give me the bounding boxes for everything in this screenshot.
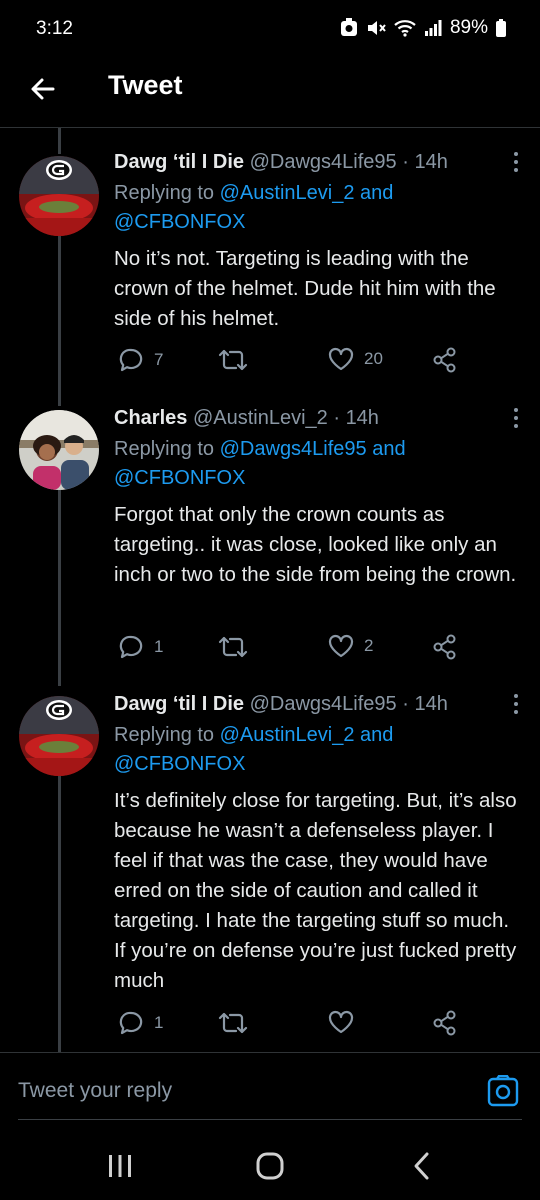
share-icon xyxy=(432,1010,458,1036)
back-arrow-icon[interactable] xyxy=(26,72,60,106)
separator: · xyxy=(333,407,340,429)
tweet-actions: 1 2 xyxy=(114,634,464,664)
home-icon[interactable] xyxy=(253,1150,287,1182)
system-nav-bar xyxy=(0,1132,540,1200)
username[interactable]: @AustinLevi_2 xyxy=(193,407,328,429)
battery-percent: 89% xyxy=(449,17,488,38)
timestamp[interactable]: 14h xyxy=(414,693,447,715)
thread-line-top xyxy=(58,128,61,154)
status-time: 3:12 xyxy=(36,18,73,39)
retweet-button[interactable] xyxy=(218,1010,258,1036)
tweet-text: It’s definitely close for targeting. But… xyxy=(114,789,517,992)
thread-line xyxy=(58,236,61,406)
tweet-header: Dawg ‘til I Die @Dawgs4Life95 · 14h xyxy=(114,148,526,176)
mention-link[interactable]: @AustinLevi_2 xyxy=(220,724,355,746)
username[interactable]: @Dawgs4Life95 xyxy=(250,151,397,173)
tweet-text: No it’s not. Targeting is leading with t… xyxy=(114,247,496,330)
avatar[interactable] xyxy=(19,156,99,236)
mention-and[interactable]: and xyxy=(360,724,393,746)
reply-count: 1 xyxy=(154,1013,164,1032)
mention-link[interactable]: @Dawgs4Life95 xyxy=(220,438,367,460)
signal-icon xyxy=(424,20,442,36)
reply-button[interactable]: 1 xyxy=(118,1010,163,1036)
reply-input-underline xyxy=(18,1119,522,1120)
like-count: 20 xyxy=(364,349,383,368)
app-header: Tweet xyxy=(0,60,540,128)
tweet-header: Charles @AustinLevi_2 · 14h xyxy=(114,404,526,432)
tweet-body: Charles @AustinLevi_2 · 14h Replying to … xyxy=(114,404,526,590)
separator: · xyxy=(402,151,409,173)
status-icons: 89% xyxy=(340,17,506,39)
more-icon[interactable] xyxy=(506,150,526,174)
share-button[interactable] xyxy=(432,347,458,373)
recents-icon[interactable] xyxy=(103,1150,137,1182)
like-button[interactable]: 20 xyxy=(328,347,383,371)
like-count: 2 xyxy=(364,636,374,655)
like-button[interactable]: 2 xyxy=(328,634,373,658)
replying-to: Replying to @AustinLevi_2 and @CFBONFOX xyxy=(114,721,526,779)
avatar[interactable] xyxy=(19,696,99,776)
tweet-header: Dawg ‘til I Die @Dawgs4Life95 · 14h xyxy=(114,690,526,718)
reply-icon xyxy=(118,634,144,660)
reply-composer: Tweet your reply xyxy=(0,1052,540,1132)
mention-link[interactable]: @CFBONFOX xyxy=(114,467,245,489)
reply-icon xyxy=(118,347,144,373)
share-button[interactable] xyxy=(432,1010,458,1036)
mention-link[interactable]: @AustinLevi_2 xyxy=(220,182,355,204)
mute-icon xyxy=(366,19,386,37)
reply-icon xyxy=(118,1010,144,1036)
thread-line xyxy=(58,770,61,1052)
tweet-text: Forgot that only the crown counts as tar… xyxy=(114,503,517,586)
camera-icon[interactable] xyxy=(486,1074,520,1109)
display-name[interactable]: Charles xyxy=(114,407,187,429)
replying-prefix: Replying to xyxy=(114,724,215,746)
mention-and[interactable]: and xyxy=(360,182,393,204)
reply-input[interactable]: Tweet your reply xyxy=(18,1079,172,1103)
share-button[interactable] xyxy=(432,634,458,660)
back-icon[interactable] xyxy=(405,1150,439,1182)
reply-count: 7 xyxy=(154,350,164,369)
retweet-button[interactable] xyxy=(218,347,258,373)
replying-prefix: Replying to xyxy=(114,438,215,460)
replying-to: Replying to @AustinLevi_2 and @CFBONFOX xyxy=(114,179,526,237)
like-icon xyxy=(328,1010,354,1034)
retweet-icon xyxy=(218,347,248,373)
share-icon xyxy=(432,347,458,373)
display-name[interactable]: Dawg ‘til I Die xyxy=(114,151,244,173)
timestamp[interactable]: 14h xyxy=(414,151,447,173)
tweet-body: Dawg ‘til I Die @Dawgs4Life95 · 14h Repl… xyxy=(114,690,526,996)
status-bar: 3:12 89% xyxy=(0,0,540,60)
reply-count: 1 xyxy=(154,637,164,656)
more-icon[interactable] xyxy=(506,692,526,716)
display-name[interactable]: Dawg ‘til I Die xyxy=(114,693,244,715)
retweet-icon xyxy=(218,1010,248,1036)
reply-button[interactable]: 7 xyxy=(118,347,163,373)
like-button[interactable] xyxy=(328,1010,364,1034)
like-icon xyxy=(328,634,354,658)
wifi-icon xyxy=(394,19,416,37)
avatar[interactable] xyxy=(19,410,99,490)
mention-link[interactable]: @CFBONFOX xyxy=(114,211,245,233)
like-icon xyxy=(328,347,354,371)
battery-icon xyxy=(496,19,506,37)
tweet-actions: 7 20 xyxy=(114,347,464,377)
tweet-body: Dawg ‘til I Die @Dawgs4Life95 · 14h Repl… xyxy=(114,148,526,334)
retweet-button[interactable] xyxy=(218,634,258,660)
more-icon[interactable] xyxy=(506,406,526,430)
vpn-icon xyxy=(340,18,358,38)
separator: · xyxy=(402,693,409,715)
timestamp[interactable]: 14h xyxy=(346,407,379,429)
thread-line xyxy=(58,490,61,686)
tweet-actions: 1 xyxy=(114,1010,464,1040)
share-icon xyxy=(432,634,458,660)
username[interactable]: @Dawgs4Life95 xyxy=(250,693,397,715)
reply-button[interactable]: 1 xyxy=(118,634,163,660)
page-title: Tweet xyxy=(108,70,183,100)
mention-and[interactable]: and xyxy=(372,438,405,460)
mention-link[interactable]: @CFBONFOX xyxy=(114,753,245,775)
replying-to: Replying to @Dawgs4Life95 and @CFBONFOX xyxy=(114,435,526,493)
retweet-icon xyxy=(218,634,248,660)
replying-prefix: Replying to xyxy=(114,182,215,204)
